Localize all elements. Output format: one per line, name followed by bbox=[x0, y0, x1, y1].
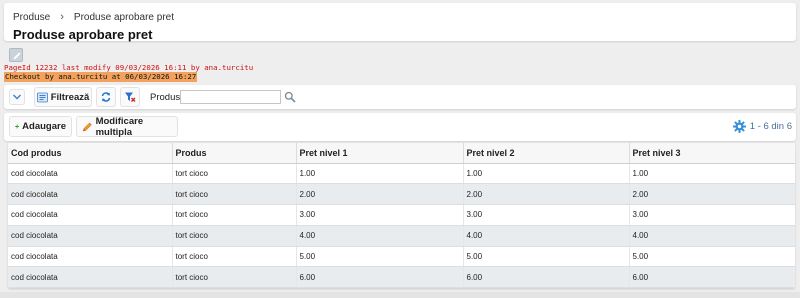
cell-pret-nivel-2: 4.00 bbox=[463, 225, 630, 247]
cell-produs: tort cioco bbox=[172, 225, 297, 247]
record-count-label: 1 - 6 din 6 bbox=[749, 121, 792, 132]
cell-cod-produs: cod ciocolata bbox=[8, 163, 173, 185]
cell-pret-nivel-2: 1.00 bbox=[463, 163, 630, 185]
table-row[interactable]: cod ciocolata tort cioco 4.00 4.00 4.00 bbox=[8, 225, 795, 247]
cell-produs: tort cioco bbox=[172, 246, 297, 268]
bottom-strip bbox=[0, 292, 800, 298]
cell-produs: tort cioco bbox=[172, 183, 297, 206]
filter-icon bbox=[36, 92, 48, 102]
clear-filter-icon bbox=[125, 92, 136, 102]
cell-cod-produs: cod ciocolata bbox=[8, 266, 173, 288]
cell-cod-produs: cod ciocolata bbox=[8, 204, 173, 226]
page-header: Produse › Produse aprobare pret Produse … bbox=[4, 3, 796, 42]
cell-cod-produs: cod ciocolata bbox=[8, 183, 173, 206]
cell-pret-nivel-2: 5.00 bbox=[463, 246, 630, 268]
add-button[interactable]: Adaugare bbox=[9, 116, 72, 137]
pencil-icon bbox=[82, 122, 92, 131]
cell-produs: tort cioco bbox=[172, 163, 297, 185]
cell-pret-nivel-3: 6.00 bbox=[629, 266, 795, 288]
breadcrumb-item-produse[interactable]: Produse bbox=[13, 12, 50, 23]
chevron-down-icon bbox=[13, 94, 21, 100]
clear-filter-button[interactable] bbox=[120, 87, 140, 107]
record-count: 1 - 6 din 6 bbox=[732, 120, 792, 133]
cell-cod-produs: cod ciocolata bbox=[8, 246, 173, 268]
table-header-row: Cod produs Produs Pret nivel 1 Pret nive… bbox=[8, 143, 795, 164]
table-row[interactable]: cod ciocolata tort cioco 6.00 6.00 6.00 bbox=[8, 266, 795, 288]
cell-pret-nivel-3: 1.00 bbox=[629, 163, 795, 185]
table-row[interactable]: cod ciocolata tort cioco 3.00 3.00 3.00 bbox=[8, 204, 795, 226]
collapse-filter-button[interactable] bbox=[9, 89, 25, 105]
cell-pret-nivel-1: 5.00 bbox=[296, 246, 464, 268]
filter-button-label: Filtrează bbox=[50, 91, 90, 103]
cell-pret-nivel-3: 2.00 bbox=[629, 183, 795, 206]
modify-info: PageId 12232 last modify 09/03/2026 16:1… bbox=[4, 63, 254, 72]
produs-filter-label: Produs bbox=[150, 92, 181, 103]
action-toolbar: Adaugare Modificare multipla 1 - 6 din 6 bbox=[4, 113, 796, 141]
cell-pret-nivel-2: 3.00 bbox=[463, 204, 630, 226]
cell-produs: tort cioco bbox=[172, 204, 297, 226]
data-grid: Cod produs Produs Pret nivel 1 Pret nive… bbox=[8, 143, 795, 288]
add-button-label: Adaugare bbox=[22, 121, 66, 132]
checkout-info: Checkout by ana.turcitu at 06/03/2026 16… bbox=[4, 72, 198, 82]
cell-pret-nivel-3: 3.00 bbox=[629, 204, 795, 226]
table-row[interactable]: cod ciocolata tort cioco 5.00 5.00 5.00 bbox=[8, 246, 795, 268]
column-header-produs[interactable]: Produs bbox=[172, 143, 297, 164]
breadcrumb-separator: › bbox=[60, 11, 64, 23]
cell-pret-nivel-2: 6.00 bbox=[463, 266, 630, 288]
column-header-pret-nivel-1[interactable]: Pret nivel 1 bbox=[296, 143, 464, 164]
cell-pret-nivel-1: 2.00 bbox=[296, 183, 464, 206]
cell-pret-nivel-1: 1.00 bbox=[296, 163, 464, 185]
refresh-button[interactable] bbox=[96, 87, 116, 107]
refresh-icon bbox=[101, 92, 111, 102]
search-icon[interactable] bbox=[284, 91, 296, 103]
cell-pret-nivel-1: 3.00 bbox=[296, 204, 464, 226]
breadcrumb: Produse › Produse aprobare pret bbox=[13, 11, 174, 23]
multi-edit-button[interactable]: Modificare multipla bbox=[76, 115, 178, 138]
column-header-cod-produs[interactable]: Cod produs bbox=[8, 143, 173, 164]
cell-pret-nivel-2: 2.00 bbox=[463, 183, 630, 206]
edit-icon[interactable] bbox=[9, 48, 23, 62]
plus-icon bbox=[15, 124, 19, 129]
products-table: Cod produs Produs Pret nivel 1 Pret nive… bbox=[8, 143, 795, 288]
filter-button[interactable]: Filtrează bbox=[34, 87, 92, 107]
cell-pret-nivel-1: 4.00 bbox=[296, 225, 464, 247]
column-header-pret-nivel-3[interactable]: Pret nivel 3 bbox=[629, 143, 795, 164]
produs-filter-input[interactable] bbox=[180, 90, 281, 104]
filter-bar: Filtrează Produs bbox=[4, 85, 796, 109]
multi-edit-button-label: Modificare multipla bbox=[95, 115, 144, 138]
column-header-pret-nivel-2[interactable]: Pret nivel 2 bbox=[463, 143, 630, 164]
cell-produs: tort cioco bbox=[172, 266, 297, 288]
table-row[interactable]: cod ciocolata tort cioco 2.00 2.00 2.00 bbox=[8, 183, 795, 206]
cell-pret-nivel-3: 4.00 bbox=[629, 225, 795, 247]
cell-pret-nivel-3: 5.00 bbox=[629, 246, 795, 268]
page-title: Produse aprobare pret bbox=[13, 27, 153, 42]
gear-icon[interactable] bbox=[732, 120, 746, 133]
table-row[interactable]: cod ciocolata tort cioco 1.00 1.00 1.00 bbox=[8, 163, 795, 185]
cell-cod-produs: cod ciocolata bbox=[8, 225, 173, 247]
breadcrumb-item-current: Produse aprobare pret bbox=[73, 11, 174, 23]
cell-pret-nivel-1: 6.00 bbox=[296, 266, 464, 288]
